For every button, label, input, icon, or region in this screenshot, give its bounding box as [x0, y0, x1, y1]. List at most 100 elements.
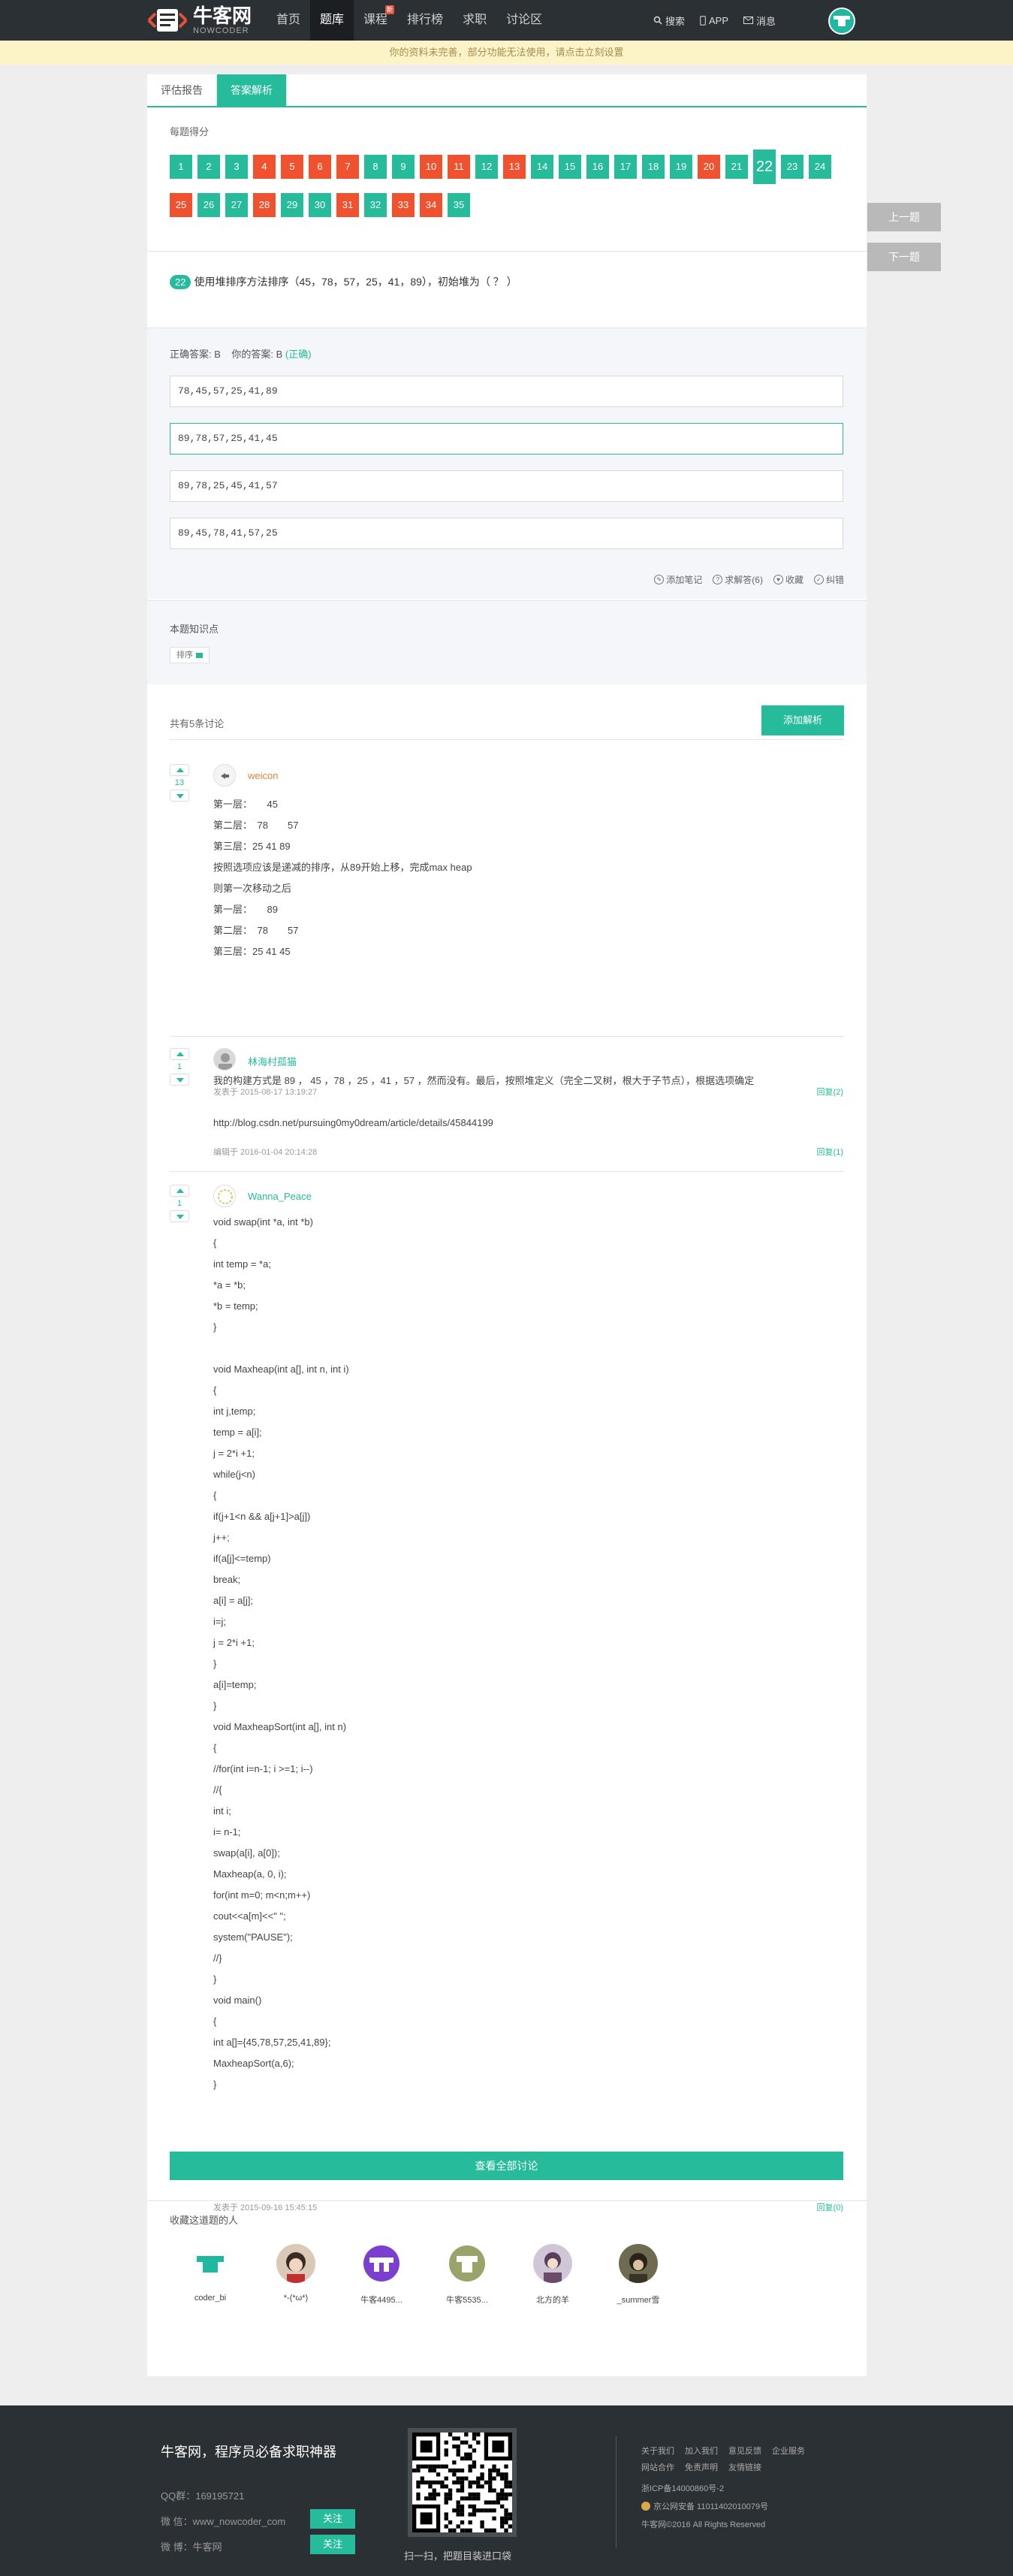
score-cell[interactable]: 5	[281, 155, 303, 179]
comment-author[interactable]: Wanna_Peace	[248, 1191, 312, 1202]
notice-settings-link[interactable]: 立刻设置	[585, 47, 624, 58]
score-cell[interactable]: 17	[614, 155, 637, 179]
reply-button[interactable]: 回复(0)	[817, 2201, 843, 2213]
score-cell[interactable]: 7	[336, 155, 359, 179]
messages-link[interactable]: 消息	[743, 14, 776, 28]
score-cell[interactable]: 13	[503, 155, 526, 179]
upvote-button[interactable]	[170, 1185, 189, 1197]
downvote-button[interactable]	[170, 790, 189, 802]
score-cell[interactable]: 32	[364, 193, 387, 217]
nav-questions[interactable]: 题库	[310, 0, 354, 41]
score-cell[interactable]: 24	[809, 155, 831, 179]
score-cell[interactable]: 8	[364, 155, 387, 179]
option-c[interactable]: 89,78,25,45,41,57	[170, 470, 843, 502]
downvote-button[interactable]	[170, 1074, 189, 1086]
add-analysis-button[interactable]: 添加解析	[761, 705, 844, 735]
comment-line: {	[213, 2016, 217, 2027]
score-cell[interactable]: 25	[170, 193, 192, 217]
divider	[170, 739, 843, 740]
about-link[interactable]: 关于我们	[641, 2445, 674, 2457]
score-cell[interactable]: 6	[309, 155, 331, 179]
score-cell[interactable]: 11	[448, 155, 470, 179]
friend-links-link[interactable]: 友情链接	[728, 2461, 761, 2473]
follower[interactable]: 牛客5535...	[437, 2244, 497, 2306]
follow-weibo-button[interactable]: 关注	[310, 2535, 355, 2554]
add-note-button[interactable]: ✎ 添加笔记	[654, 573, 702, 586]
score-cell[interactable]: 14	[531, 155, 553, 179]
follower[interactable]: 北方的羊	[523, 2244, 583, 2306]
report-tabs: 评估报告 答案解析	[147, 74, 867, 107]
score-cell[interactable]: 3	[225, 155, 248, 179]
score-cell[interactable]: 34	[420, 193, 442, 217]
nav-home[interactable]: 首页	[267, 0, 310, 41]
comment-line: MaxheapSort(a,6);	[213, 2058, 294, 2069]
nav-jobs[interactable]: 求职	[453, 0, 496, 41]
next-question-button[interactable]: 下一题	[867, 243, 941, 271]
score-cell[interactable]: 30	[309, 193, 331, 217]
upvote-button[interactable]	[170, 764, 189, 776]
site-logo[interactable]: 牛客网 NOWCODER	[146, 5, 252, 36]
favorite-button[interactable]: ♥ 收藏	[773, 573, 803, 586]
nav-ranking[interactable]: 排行榜	[397, 0, 453, 41]
enterprise-link[interactable]: 企业服务	[772, 2445, 805, 2457]
knowledge-tag[interactable]: 排序	[170, 647, 210, 663]
search-link[interactable]: 搜索	[653, 14, 685, 28]
disclaimer-link[interactable]: 免责声明	[685, 2461, 718, 2473]
score-cell[interactable]: 4	[253, 155, 276, 179]
reply-button[interactable]: 回复(1)	[817, 1146, 843, 1158]
score-cell[interactable]: 28	[253, 193, 276, 217]
report-error-button[interactable]: ✓ 纠错	[813, 573, 844, 586]
score-cell[interactable]: 21	[725, 155, 748, 179]
view-all-discussions-button[interactable]: 查看全部讨论	[170, 2152, 843, 2180]
downvote-button[interactable]	[170, 1210, 189, 1222]
score-cell[interactable]: 23	[781, 155, 803, 179]
score-cell[interactable]: 1	[170, 155, 192, 179]
score-cell[interactable]: 15	[559, 155, 581, 179]
follower[interactable]: coder_bi	[180, 2244, 240, 2306]
user-avatar[interactable]	[828, 8, 855, 35]
app-link[interactable]: APP	[700, 15, 728, 26]
feedback-link[interactable]: 意见反馈	[728, 2445, 761, 2457]
option-a[interactable]: 78,45,57,25,41,89	[170, 376, 843, 407]
comment-author[interactable]: weicon	[248, 770, 278, 781]
ask-answer-button[interactable]: ? 求解答(6)	[713, 573, 763, 586]
score-cell[interactable]: 29	[281, 193, 303, 217]
score-cell[interactable]: 2	[197, 155, 220, 179]
follower[interactable]: _summer雪	[608, 2244, 668, 2306]
score-cell[interactable]: 26	[197, 193, 220, 217]
score-cell[interactable]: 31	[336, 193, 359, 217]
tab-report[interactable]: 评估报告	[147, 74, 217, 106]
option-b[interactable]: 89,78,57,25,41,45	[170, 423, 843, 454]
score-cell[interactable]: 33	[392, 193, 415, 217]
nav-forum[interactable]: 讨论区	[496, 0, 552, 41]
follower[interactable]: 牛客4495...	[351, 2244, 412, 2306]
comment-footer: 发表于 2015-09-16 15:45:15 回复(0)	[213, 2201, 843, 2213]
tab-analysis[interactable]: 答案解析	[217, 74, 287, 106]
avatar	[191, 2244, 230, 2283]
score-cell[interactable]: 10	[420, 155, 442, 179]
follow-weixin-button[interactable]: 关注	[310, 2509, 355, 2529]
cooperation-link[interactable]: 网站合作	[641, 2461, 674, 2473]
comment-date: 编辑于 2016-01-04 20:14:28	[213, 1148, 318, 1157]
score-cell[interactable]: 18	[642, 155, 665, 179]
upvote-button[interactable]	[170, 1048, 189, 1060]
avatar[interactable]	[213, 1185, 236, 1207]
score-cell[interactable]: 20	[698, 155, 720, 179]
score-cell[interactable]: 22	[753, 149, 776, 184]
nav-courses[interactable]: 课程新	[354, 0, 397, 41]
score-cell[interactable]: 19	[670, 155, 692, 179]
option-d[interactable]: 89,45,78,41,57,25	[170, 518, 843, 549]
comment-author[interactable]: 林海村孤猫	[248, 1054, 297, 1068]
score-cell[interactable]: 9	[392, 155, 415, 179]
avatar[interactable]	[213, 764, 236, 787]
score-cell[interactable]: 12	[475, 155, 498, 179]
avatar[interactable]	[213, 1048, 236, 1071]
note-icon: ✎	[654, 575, 665, 584]
prev-question-button[interactable]: 上一题	[867, 203, 941, 231]
follower[interactable]: *-(*ω*)	[266, 2244, 326, 2306]
score-cell[interactable]: 35	[448, 193, 470, 217]
score-cell[interactable]: 16	[586, 155, 609, 179]
score-cell[interactable]: 27	[225, 193, 248, 217]
avatar-image	[214, 1185, 235, 1206]
join-link[interactable]: 加入我们	[685, 2445, 718, 2457]
